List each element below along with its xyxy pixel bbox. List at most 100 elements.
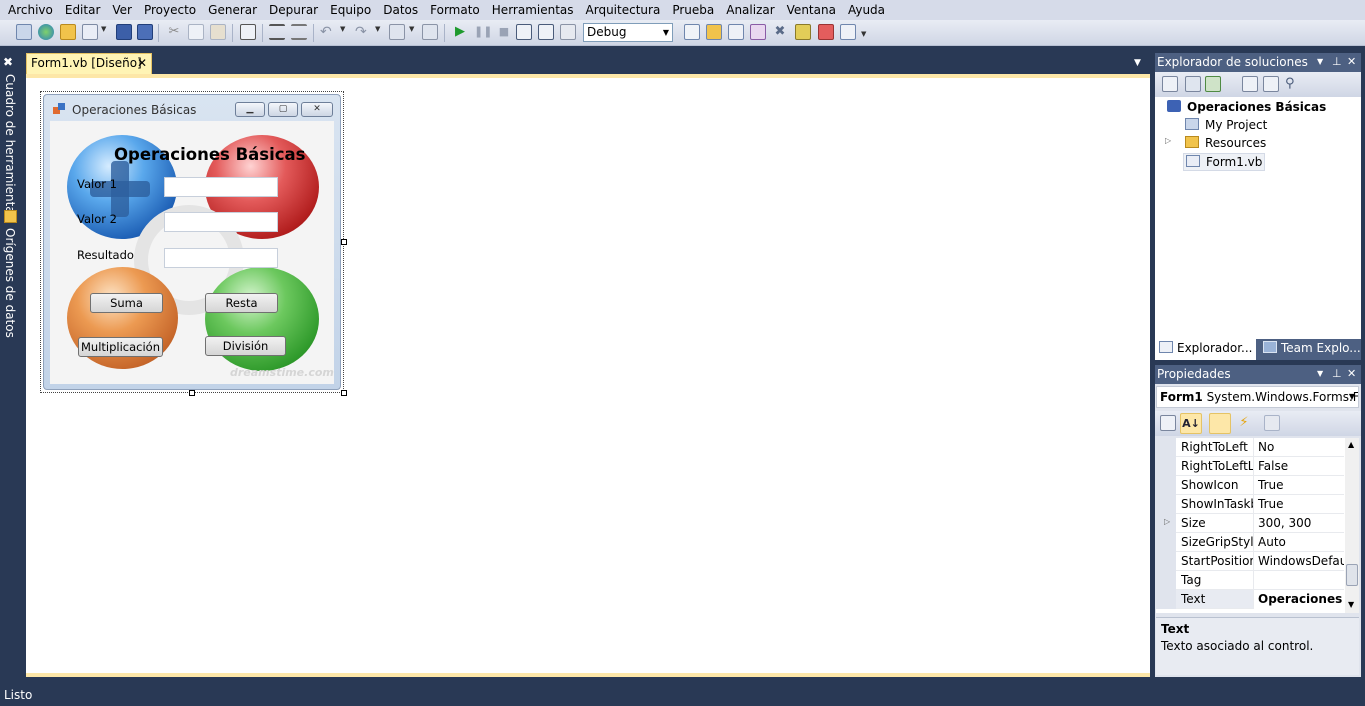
stop-icon[interactable]: ■ [496, 24, 512, 40]
step-out-icon[interactable] [560, 24, 576, 40]
chevron-down-icon[interactable]: ▼ [1317, 57, 1323, 66]
object-browser-icon[interactable] [750, 24, 766, 40]
navigate-forward-icon[interactable] [422, 24, 438, 40]
pause-icon[interactable]: ❚❚ [474, 24, 492, 40]
menu-equipo[interactable]: Equipo [324, 0, 377, 20]
resultado-input[interactable] [164, 248, 278, 268]
datasources-icon[interactable] [4, 210, 17, 223]
chevron-down-icon[interactable]: ▼ [409, 25, 414, 33]
tab-team-explorer[interactable]: Team Explo... [1259, 339, 1361, 360]
property-row-startposition[interactable]: StartPositionWindowsDefault [1156, 552, 1344, 571]
save-all-icon[interactable] [137, 24, 153, 40]
close-icon[interactable]: ✕ [1347, 367, 1356, 380]
property-value[interactable]: True [1253, 476, 1344, 495]
datasources-tab[interactable]: Orígenes de datos [3, 228, 17, 338]
close-button[interactable]: ✕ [301, 102, 333, 117]
property-value[interactable] [1253, 571, 1344, 590]
find-in-files-icon[interactable] [684, 24, 700, 40]
open-folder-icon[interactable] [60, 24, 76, 40]
expand-arrow-icon[interactable]: ▷ [1164, 517, 1170, 526]
comment-icon[interactable] [269, 24, 285, 40]
properties-view-icon[interactable] [1209, 413, 1231, 434]
valor1-input[interactable] [164, 177, 278, 197]
property-grid-scrollbar[interactable]: ▲ ▼ [1345, 438, 1359, 613]
error-list-icon[interactable] [818, 24, 834, 40]
toolbox-tab[interactable]: Cuadro de herramientas [3, 74, 17, 220]
object-selector[interactable]: Form1 System.Windows.Forms.Fo ▼ [1156, 386, 1359, 408]
properties-window-icon[interactable] [728, 24, 744, 40]
class-diagram-icon[interactable]: ⚲ [1285, 76, 1301, 92]
find-icon[interactable] [240, 24, 256, 40]
scroll-up-icon[interactable]: ▲ [1348, 440, 1354, 449]
close-icon[interactable]: ✕ [137, 56, 147, 70]
division-button[interactable]: División [205, 336, 286, 356]
chevron-down-icon[interactable]: ▼ [861, 30, 866, 38]
multiplicacion-button[interactable]: Multiplicación [78, 337, 163, 357]
property-value[interactable]: No [1253, 438, 1344, 457]
view-code-icon[interactable] [1242, 76, 1258, 92]
menu-archivo[interactable]: Archivo [2, 0, 59, 20]
properties-icon[interactable] [1162, 76, 1178, 92]
property-row-text[interactable]: Text Operaciones Bá [1156, 590, 1344, 609]
property-row-showintaskbar[interactable]: ShowInTaskb True [1156, 495, 1344, 514]
class-view-icon[interactable] [795, 24, 811, 40]
property-row-size[interactable]: ▷ Size 300, 300 [1156, 514, 1344, 533]
events-icon[interactable]: ⚡ [1236, 415, 1252, 431]
menu-ventana[interactable]: Ventana [781, 0, 842, 20]
refresh-icon[interactable] [1205, 76, 1221, 92]
tree-root-project[interactable]: Operaciones Básicas [1167, 100, 1326, 114]
step-over-icon[interactable] [538, 24, 554, 40]
start-page-icon[interactable] [840, 24, 856, 40]
toolbox-icon[interactable]: ✖ [772, 24, 788, 40]
property-row-righttoleftlayout[interactable]: RightToLeftLaFalse [1156, 457, 1344, 476]
menu-proyecto[interactable]: Proyecto [138, 0, 202, 20]
tree-item-form1[interactable]: Form1.vb [1183, 153, 1266, 171]
menu-prueba[interactable]: Prueba [666, 0, 720, 20]
menu-editar[interactable]: Editar [59, 0, 107, 20]
categorized-icon[interactable] [1160, 415, 1176, 431]
view-designer-icon[interactable] [1263, 76, 1279, 92]
property-row-righttoleft[interactable]: RightToLeft No [1156, 438, 1344, 457]
property-value[interactable]: True [1253, 495, 1344, 514]
tab-form1-design[interactable]: Form1.vb [Diseño] ✕ [26, 53, 152, 74]
valor2-input[interactable] [164, 212, 278, 232]
new-website-icon[interactable] [38, 24, 54, 40]
toolbox-icon[interactable]: ✖ [3, 55, 18, 70]
redo-icon[interactable]: ↷ [355, 24, 371, 40]
chevron-down-icon[interactable]: ▼ [101, 25, 106, 33]
chevron-down-icon[interactable]: ▼ [1134, 58, 1141, 68]
alphabetical-icon[interactable]: A↓ [1180, 413, 1202, 434]
maximize-button[interactable]: ▢ [268, 102, 298, 117]
paste-icon[interactable] [210, 24, 226, 40]
tab-solution-explorer[interactable]: Explorador... [1155, 339, 1256, 360]
navigate-back-icon[interactable] [389, 24, 405, 40]
solution-configuration-select[interactable]: Debug ▼ [583, 23, 673, 42]
scroll-down-icon[interactable]: ▼ [1348, 600, 1354, 609]
menu-depurar[interactable]: Depurar [263, 0, 324, 20]
menu-analizar[interactable]: Analizar [720, 0, 780, 20]
menu-generar[interactable]: Generar [202, 0, 263, 20]
menu-arquitectura[interactable]: Arquitectura [580, 0, 667, 20]
menu-formato[interactable]: Formato [424, 0, 486, 20]
save-icon[interactable] [116, 24, 132, 40]
suma-button[interactable]: Suma [90, 293, 163, 313]
chevron-down-icon[interactable]: ▼ [1317, 369, 1323, 378]
pin-icon[interactable]: ⊥ [1332, 55, 1342, 68]
start-debug-icon[interactable]: ▶ [452, 24, 468, 40]
chevron-down-icon[interactable]: ▼ [340, 25, 345, 33]
menu-ver[interactable]: Ver [106, 0, 138, 20]
minimize-button[interactable]: ▁ [235, 102, 265, 117]
resize-handle[interactable] [341, 390, 347, 396]
property-value[interactable]: Operaciones Bá [1253, 590, 1344, 609]
property-row-showicon[interactable]: ShowIcon True [1156, 476, 1344, 495]
property-value[interactable]: 300, 300 [1253, 514, 1344, 533]
show-all-files-icon[interactable] [1185, 76, 1201, 92]
resta-button[interactable]: Resta [205, 293, 278, 313]
resize-handle[interactable] [189, 390, 195, 396]
tree-item-my-project[interactable]: My Project [1185, 118, 1267, 132]
property-value[interactable]: Auto [1253, 533, 1344, 552]
cut-icon[interactable]: ✂ [166, 24, 182, 40]
copy-icon[interactable] [188, 24, 204, 40]
solution-explorer-icon[interactable] [706, 24, 722, 40]
menu-ayuda[interactable]: Ayuda [842, 0, 891, 20]
